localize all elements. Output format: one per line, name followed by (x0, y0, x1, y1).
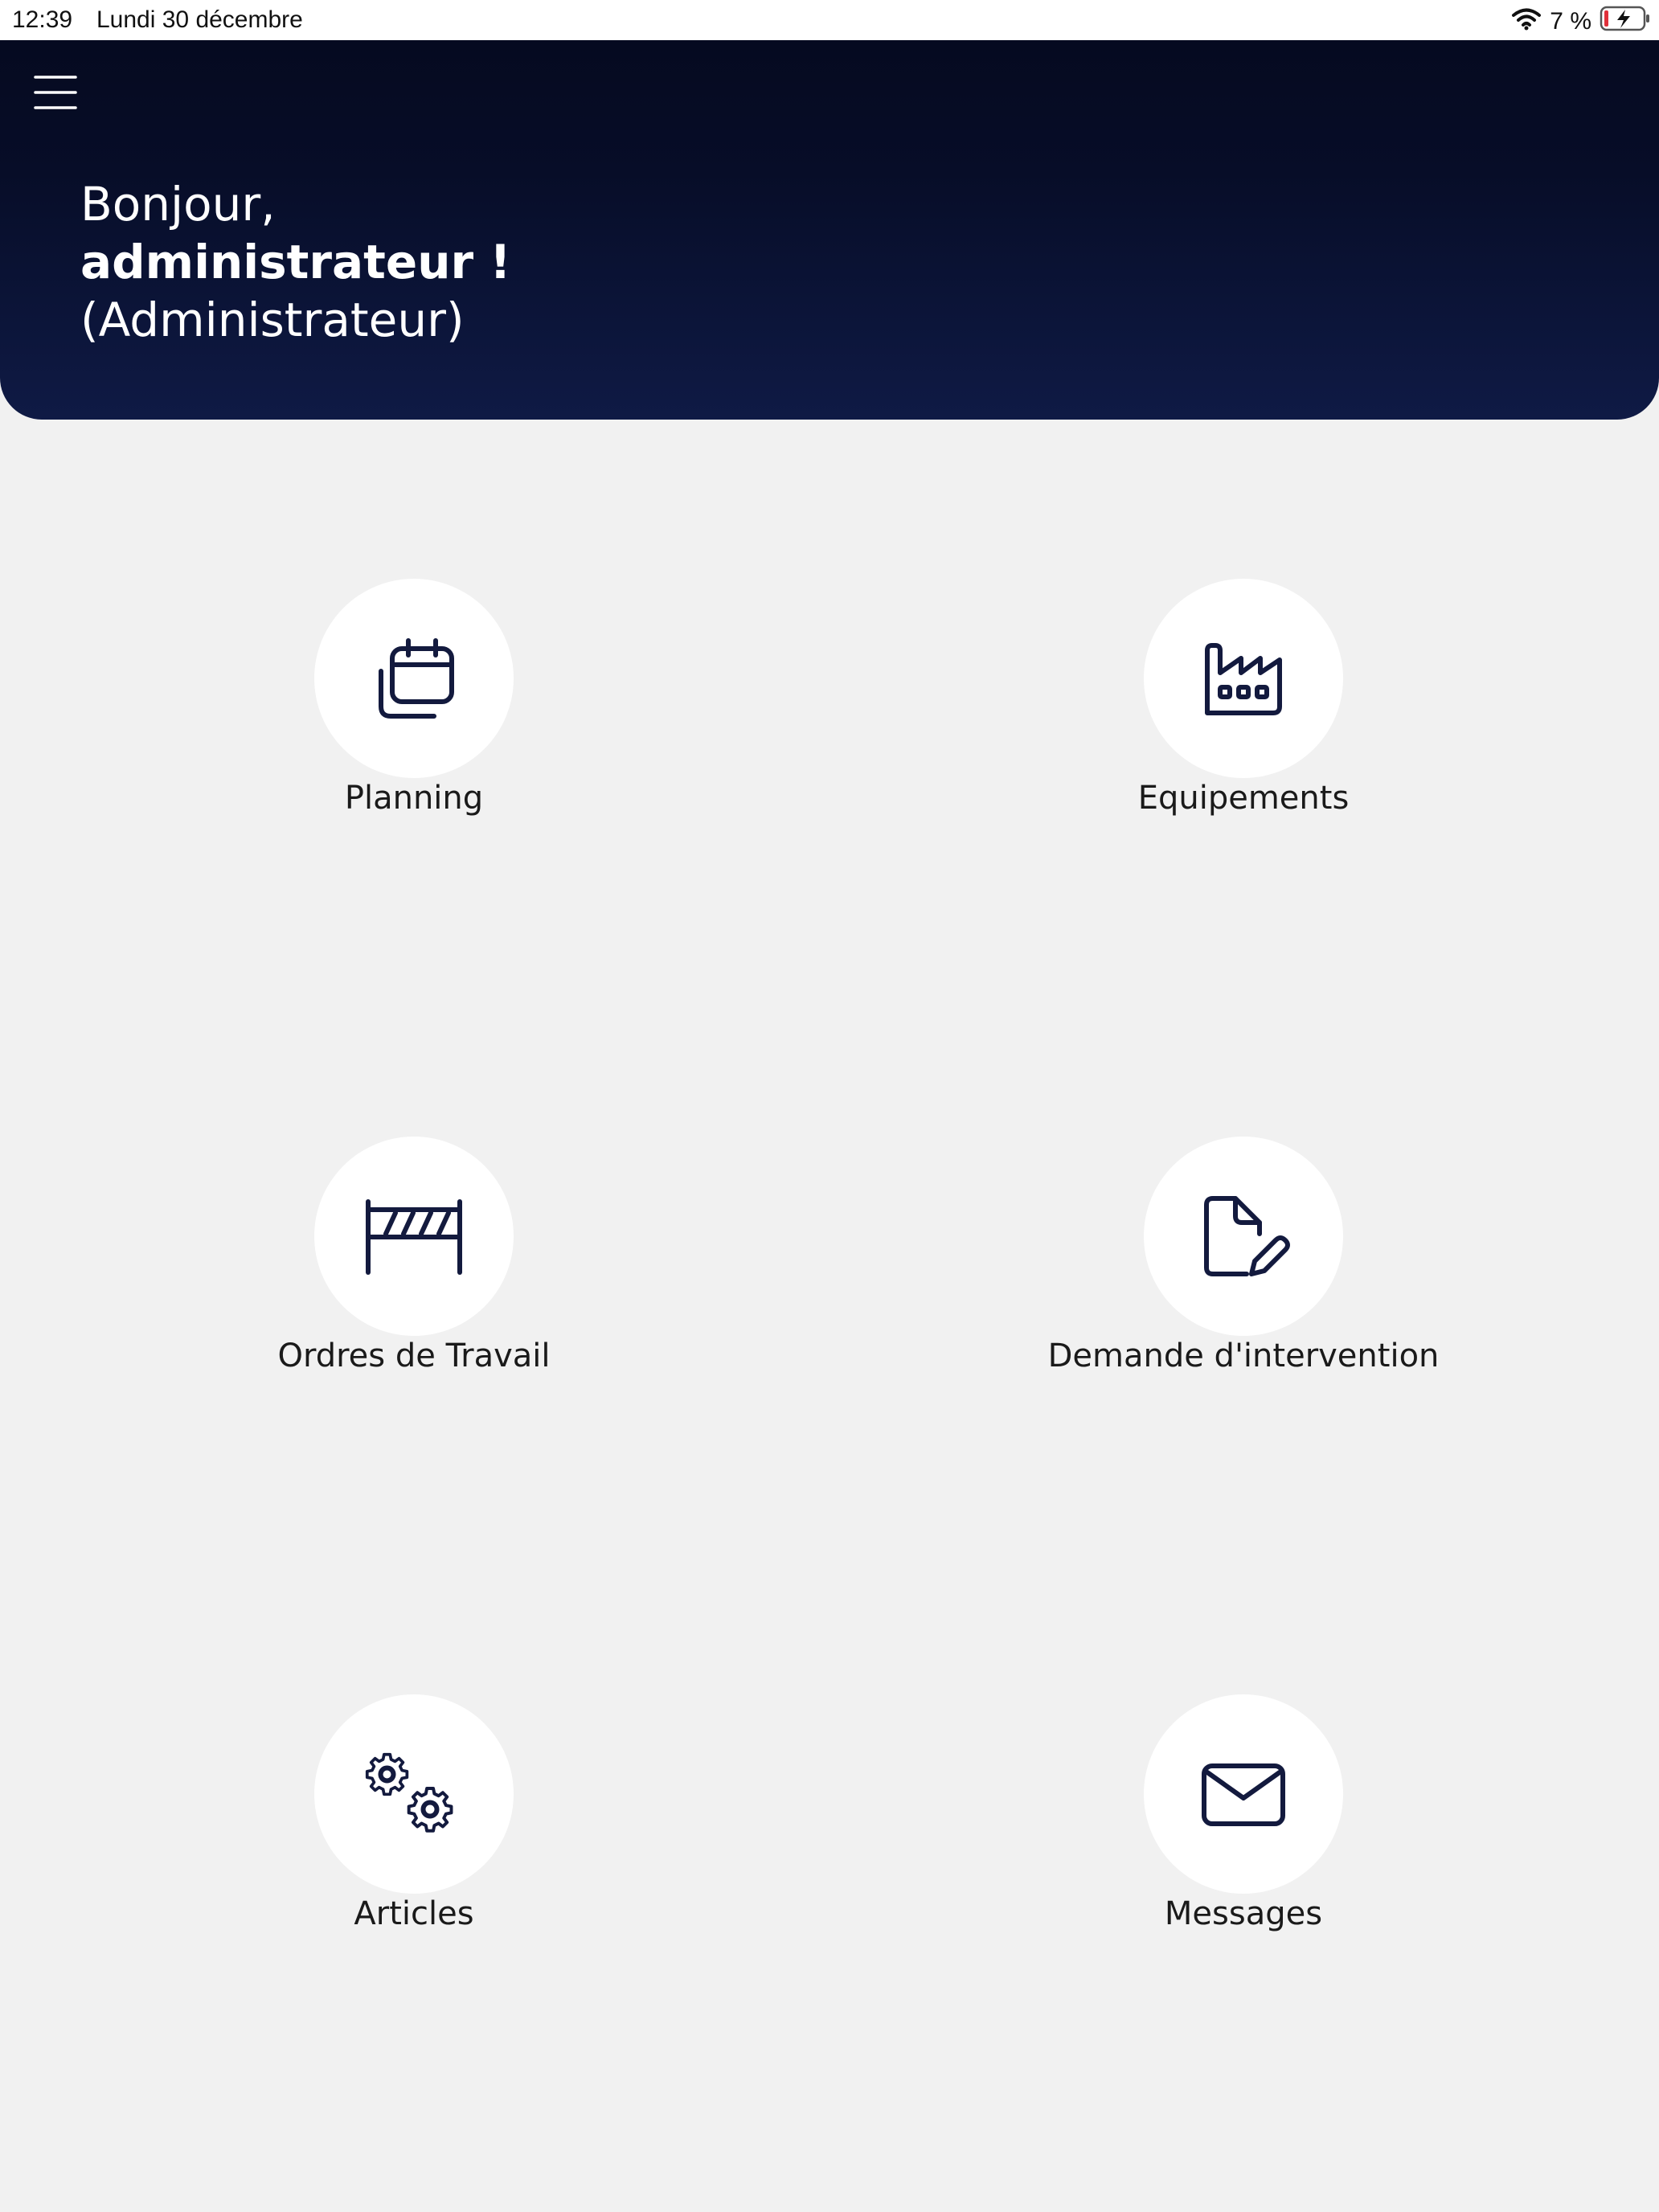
calendar-icon (379, 638, 454, 719)
tile-equipements[interactable]: Equipements (1018, 579, 1469, 828)
status-date: Lundi 30 décembre (96, 6, 303, 33)
greeting-username: administrateur ! (80, 235, 511, 289)
document-edit-icon (1204, 1196, 1290, 1276)
tile-messages[interactable]: Messages (1018, 1694, 1469, 1944)
header-banner: Bonjour, administrateur ! (Administrateu… (0, 40, 1659, 420)
tile-demande-intervention[interactable]: Demande d'intervention (1018, 1137, 1469, 1386)
greeting-role: (Administrateur) (80, 293, 465, 347)
barrier-icon (366, 1199, 462, 1275)
mail-icon (1202, 1763, 1285, 1826)
status-bar: 12:39 Lundi 30 décembre 7 % (0, 0, 1659, 40)
tile-planning-circle[interactable] (314, 579, 514, 778)
factory-icon (1205, 643, 1282, 715)
battery-percent: 7 % (1550, 8, 1591, 35)
tile-messages-label: Messages (1164, 1895, 1323, 1932)
tile-ordres-de-travail[interactable]: Ordres de Travail (189, 1137, 639, 1386)
status-right: 7 % (1511, 5, 1651, 39)
tile-equipements-circle[interactable] (1144, 579, 1343, 778)
tile-planning-label: Planning (344, 780, 484, 817)
greeting-line: Bonjour, (80, 177, 276, 231)
tile-planning[interactable]: Planning (189, 579, 639, 828)
tile-equipements-label: Equipements (1137, 780, 1350, 817)
menu-button[interactable] (34, 74, 77, 111)
status-time: 12:39 (12, 6, 73, 33)
tile-articles-circle[interactable] (314, 1694, 514, 1894)
gears-icon (365, 1752, 453, 1833)
tile-demande-circle[interactable] (1144, 1137, 1343, 1336)
tile-articles-label: Articles (354, 1895, 474, 1932)
wifi-icon (1511, 6, 1542, 37)
battery-charging-icon (1600, 5, 1651, 39)
tile-ordres-circle[interactable] (314, 1137, 514, 1336)
tile-messages-circle[interactable] (1144, 1694, 1343, 1894)
tile-articles[interactable]: Articles (189, 1694, 639, 1944)
greeting: Bonjour, administrateur ! (Administrateu… (80, 175, 511, 349)
tile-ordres-label: Ordres de Travail (277, 1337, 551, 1374)
tile-demande-label: Demande d'intervention (1047, 1337, 1440, 1374)
hamburger-menu-icon (34, 76, 77, 109)
